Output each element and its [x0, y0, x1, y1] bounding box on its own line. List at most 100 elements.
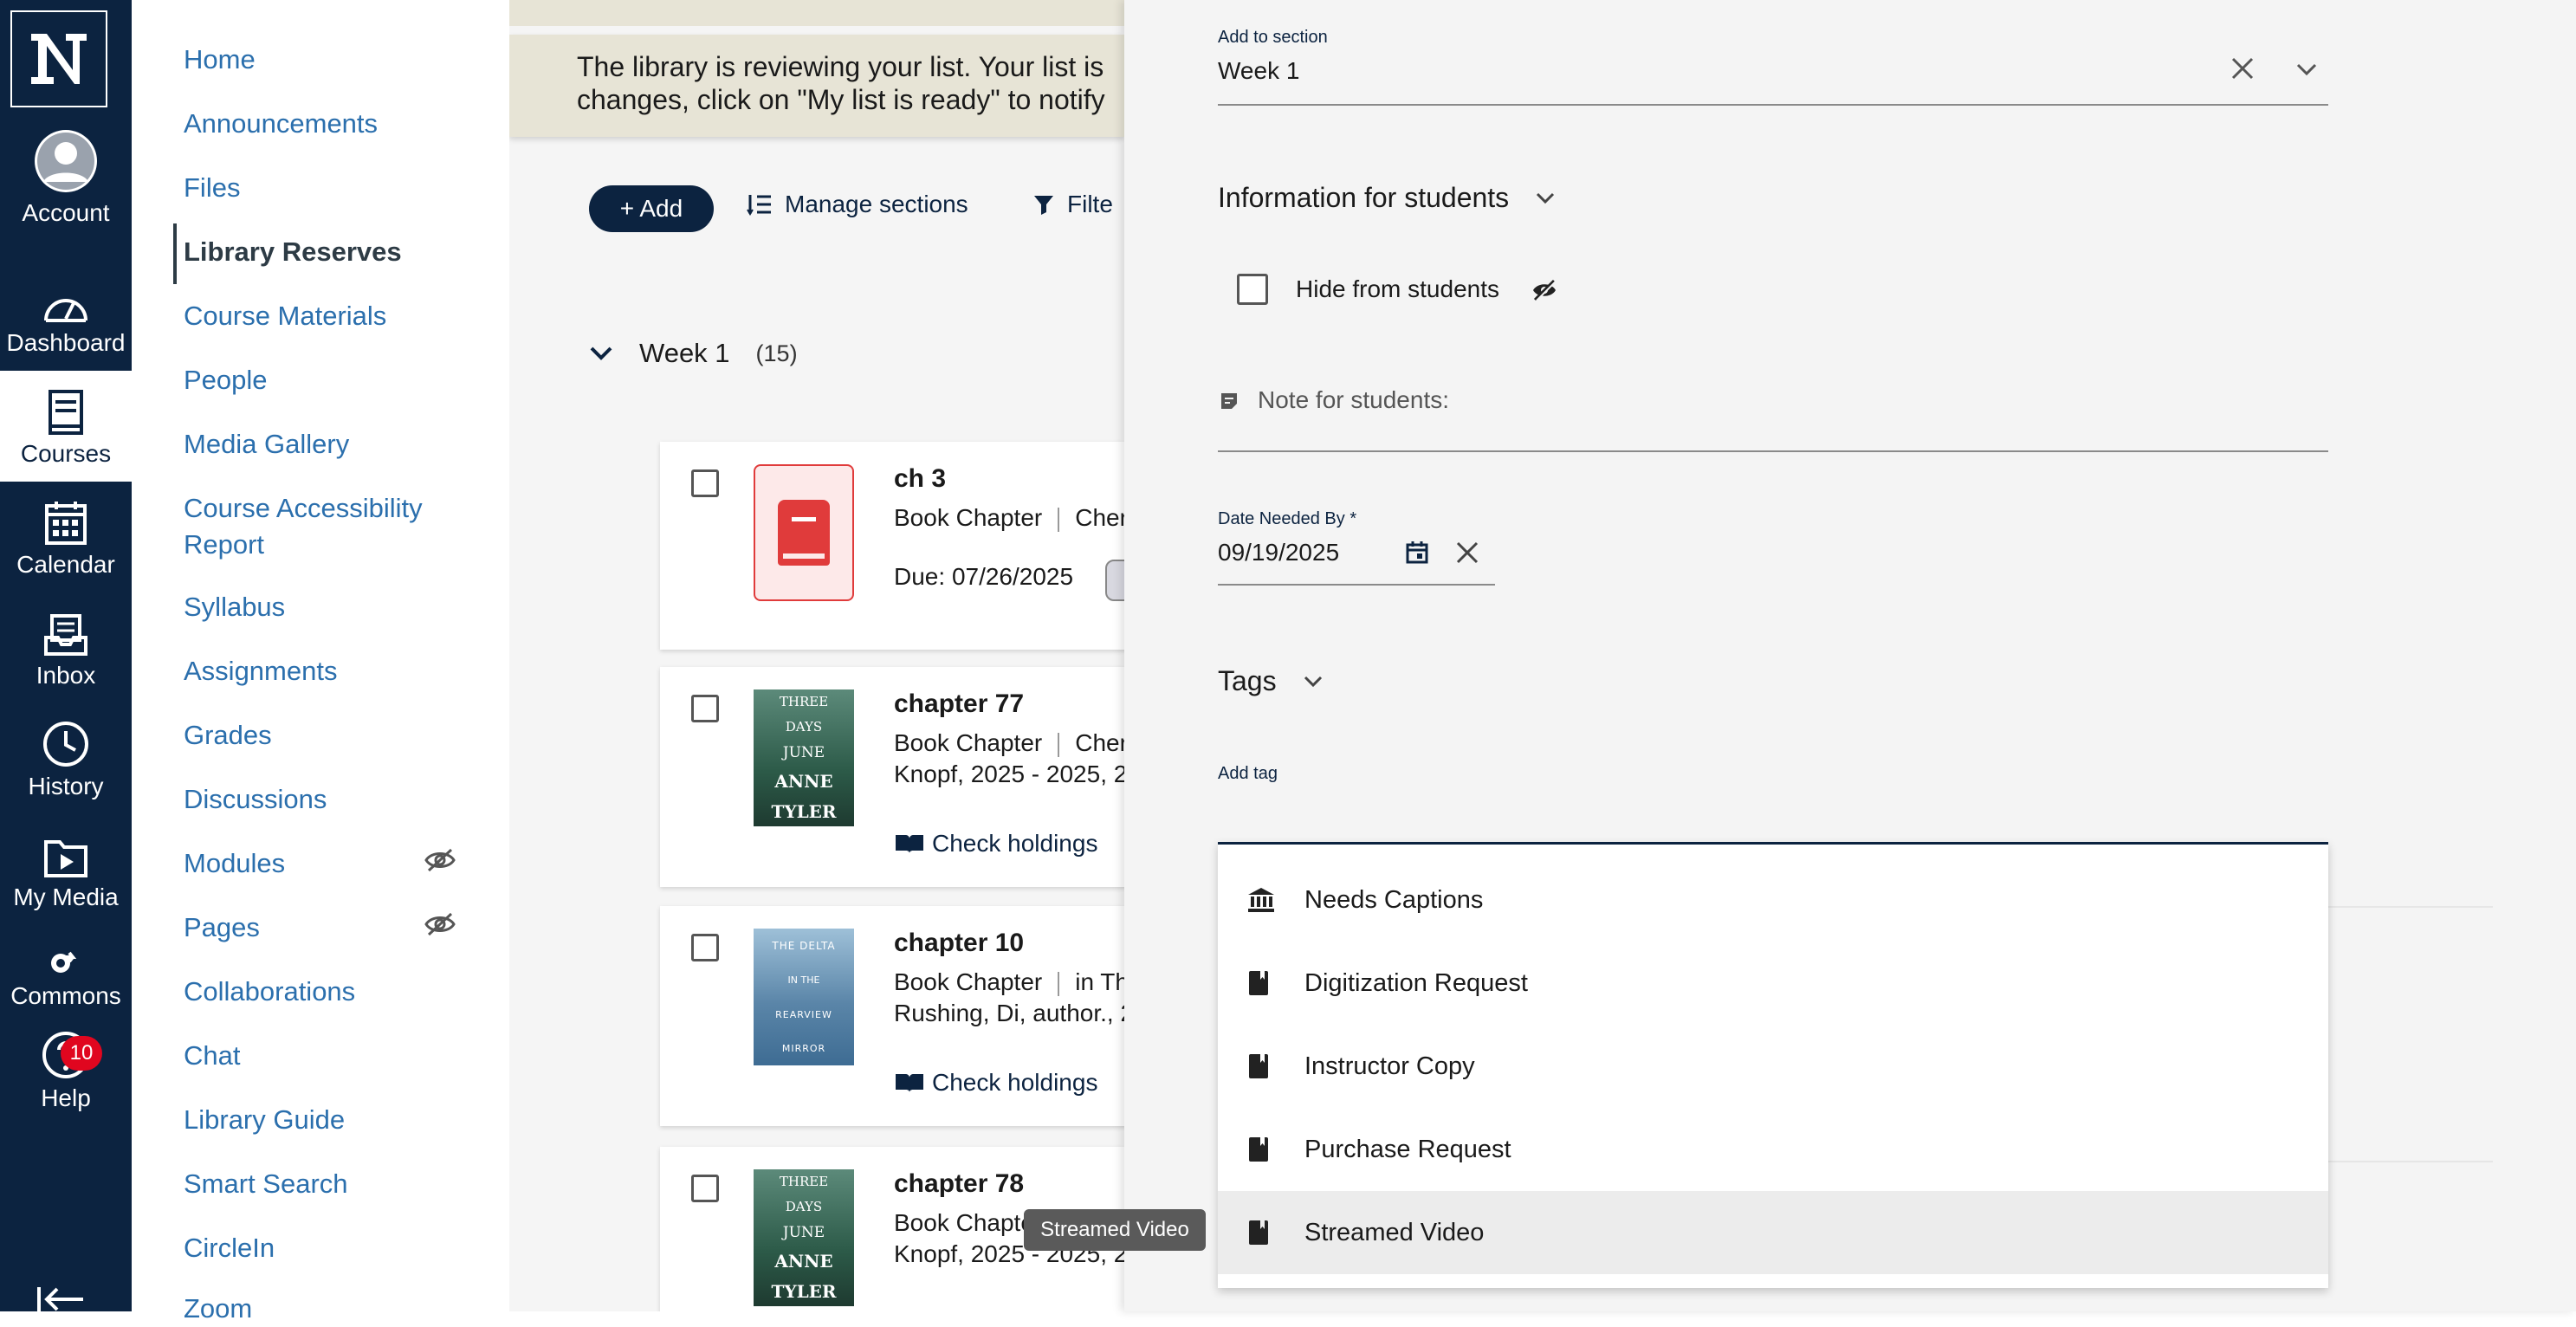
information-for-students-toggle[interactable]: Information for students	[1218, 182, 1556, 214]
item-title[interactable]: chapter 10	[894, 929, 1024, 958]
course-nav-course-accessibility-report[interactable]: Report	[184, 527, 264, 563]
item-title[interactable]: chapter 78	[894, 1169, 1024, 1199]
item-meta: Book Chapte	[894, 1209, 1034, 1236]
tag-option-needs-captions[interactable]: Needs Captions	[1218, 858, 2328, 942]
course-nav-smart-search[interactable]: Smart Search	[184, 1166, 348, 1202]
nav-history-label: History	[28, 773, 104, 799]
course-nav-files[interactable]: Files	[184, 170, 240, 206]
course-nav-assignments[interactable]: Assignments	[184, 653, 337, 689]
item-checkbox[interactable]	[691, 469, 719, 497]
course-nav-circlein[interactable]: CircleIn	[184, 1230, 275, 1266]
add-button[interactable]: + Add	[589, 185, 714, 232]
item-checkbox[interactable]	[691, 934, 719, 961]
nav-help[interactable]: Help 10	[0, 1024, 132, 1126]
nav-courses[interactable]: Courses	[0, 371, 132, 482]
hidden-eye-icon	[424, 847, 456, 873]
tooltip: Streamed Video	[1024, 1209, 1206, 1251]
nav-history[interactable]: History	[0, 703, 132, 814]
manage-sections-button[interactable]: Manage sections	[747, 191, 968, 218]
nav-my-media[interactable]: My Media	[0, 814, 132, 925]
chevron-down-icon[interactable]	[589, 346, 613, 361]
section-underline	[1218, 104, 2328, 106]
course-nav-course-materials[interactable]: Course Materials	[184, 298, 386, 334]
tag-options-menu: Needs Captions Digitization Request Inst…	[1218, 842, 2328, 1288]
collapse-nav-icon[interactable]	[36, 1287, 85, 1311]
nav-dashboard-label: Dashboard	[6, 329, 126, 356]
item-checkbox[interactable]	[691, 695, 719, 722]
item-meta: Book Chapter in Th	[894, 968, 1124, 996]
tag-option-instructor-copy[interactable]: Instructor Copy	[1218, 1025, 2328, 1108]
item-title[interactable]: ch 3	[894, 464, 946, 494]
account-icon	[33, 128, 99, 194]
course-nav-zoom[interactable]: Zoom	[184, 1291, 252, 1327]
course-nav-home[interactable]: Home	[184, 42, 256, 78]
chevron-down-icon	[1535, 191, 1556, 205]
hidden-eye-icon	[424, 911, 456, 937]
note-for-students-input[interactable]: Note for students:	[1258, 386, 1449, 414]
nav-commons[interactable]: Commons	[0, 923, 132, 1024]
course-nav-people[interactable]: People	[184, 362, 268, 398]
calendar-icon	[44, 501, 87, 546]
course-nav-grades[interactable]: Grades	[184, 717, 272, 754]
week-label: Week 1	[639, 338, 730, 368]
course-nav-course-accessibility[interactable]: Course Accessibility	[184, 490, 423, 527]
clear-section-icon[interactable]	[2230, 55, 2256, 81]
date-needed-input[interactable]: 09/19/2025	[1218, 539, 1339, 566]
check-holdings-link[interactable]: Check holdings	[894, 1069, 1097, 1097]
course-nav-modules[interactable]: Modules	[184, 845, 285, 882]
tag-option-purchase-request[interactable]: Purchase Request	[1218, 1108, 2328, 1191]
week-section-header[interactable]: Week 1 (15)	[589, 338, 798, 369]
date-underline	[1218, 584, 1495, 586]
item-publisher: Knopf, 2025 - 2025, 2	[894, 761, 1124, 787]
course-nav: Home Announcements Files Library Reserve…	[132, 0, 509, 1324]
chevron-down-icon	[1303, 675, 1324, 689]
course-nav-library-reserves[interactable]: Library Reserves	[184, 234, 402, 270]
review-banner: The library is reviewing your list. Your…	[509, 35, 1124, 137]
tag-option-digitization-request[interactable]: Digitization Request	[1218, 942, 2328, 1025]
eye-off-icon	[1531, 279, 1557, 301]
clear-date-icon[interactable]	[1455, 541, 1479, 565]
course-nav-media-gallery[interactable]: Media Gallery	[184, 426, 349, 463]
item-meta: Book Chapter Cher	[894, 504, 1124, 532]
check-holdings-link[interactable]: Check holdings	[894, 830, 1097, 858]
nav-my-media-label: My Media	[13, 884, 119, 910]
course-nav-chat[interactable]: Chat	[184, 1038, 240, 1074]
week-count: (15)	[755, 340, 798, 366]
nav-dashboard[interactable]: Dashboard	[0, 260, 132, 371]
nav-inbox[interactable]: Inbox	[0, 592, 132, 703]
nav-calendar-label: Calendar	[16, 551, 115, 578]
commons-icon	[49, 949, 83, 977]
note-icon	[1220, 392, 1239, 411]
tag-option-streamed-video[interactable]: Streamed Video	[1218, 1191, 2328, 1274]
dashboard-icon	[42, 289, 89, 324]
course-nav-discussions[interactable]: Discussions	[184, 781, 327, 818]
university-logo[interactable]	[10, 10, 107, 107]
course-nav-announcements[interactable]: Announcements	[184, 106, 378, 142]
list-item[interactable]: THREE DAYS JUNE ANNE TYLER chapter 77 Bo…	[660, 667, 1124, 887]
global-nav: Account Dashboard Courses Calendar Inbox…	[0, 0, 132, 1311]
item-title[interactable]: chapter 77	[894, 689, 1024, 719]
course-nav-syllabus[interactable]: Syllabus	[184, 589, 285, 625]
nav-account[interactable]: Account	[0, 130, 132, 241]
book-cover-image: THREE DAYS JUNE ANNE TYLER	[754, 689, 854, 826]
course-nav-library-guide[interactable]: Library Guide	[184, 1102, 345, 1138]
list-item[interactable]: ch 3 Book Chapter Cher Due: 07/26/2025	[660, 442, 1124, 650]
add-to-section-label: Add to section	[1218, 28, 1328, 47]
banner-top	[509, 0, 1124, 26]
item-checkbox[interactable]	[691, 1175, 719, 1202]
calendar-icon[interactable]	[1405, 541, 1429, 565]
course-nav-pages[interactable]: Pages	[184, 909, 260, 946]
add-to-section-select[interactable]: Week 1	[1218, 57, 1299, 85]
item-author: Rushing, Di, author., 2	[894, 1000, 1124, 1026]
nav-commons-label: Commons	[10, 982, 121, 1009]
hide-from-students-checkbox[interactable]	[1237, 274, 1268, 305]
filter-button[interactable]: Filte	[1032, 191, 1113, 218]
chevron-down-icon[interactable]	[2295, 62, 2318, 76]
list-item[interactable]: THE DELTA IN THE REARVIEW MIRROR chapter…	[660, 906, 1124, 1126]
tags-toggle[interactable]: Tags	[1218, 665, 1324, 697]
nav-inbox-label: Inbox	[36, 662, 96, 689]
library-reserves-main: The library is reviewing your list. Your…	[509, 0, 1124, 1311]
course-nav-collaborations[interactable]: Collaborations	[184, 974, 355, 1010]
review-banner-text: The library is reviewing your list. Your…	[577, 51, 1105, 115]
nav-calendar[interactable]: Calendar	[0, 482, 132, 592]
